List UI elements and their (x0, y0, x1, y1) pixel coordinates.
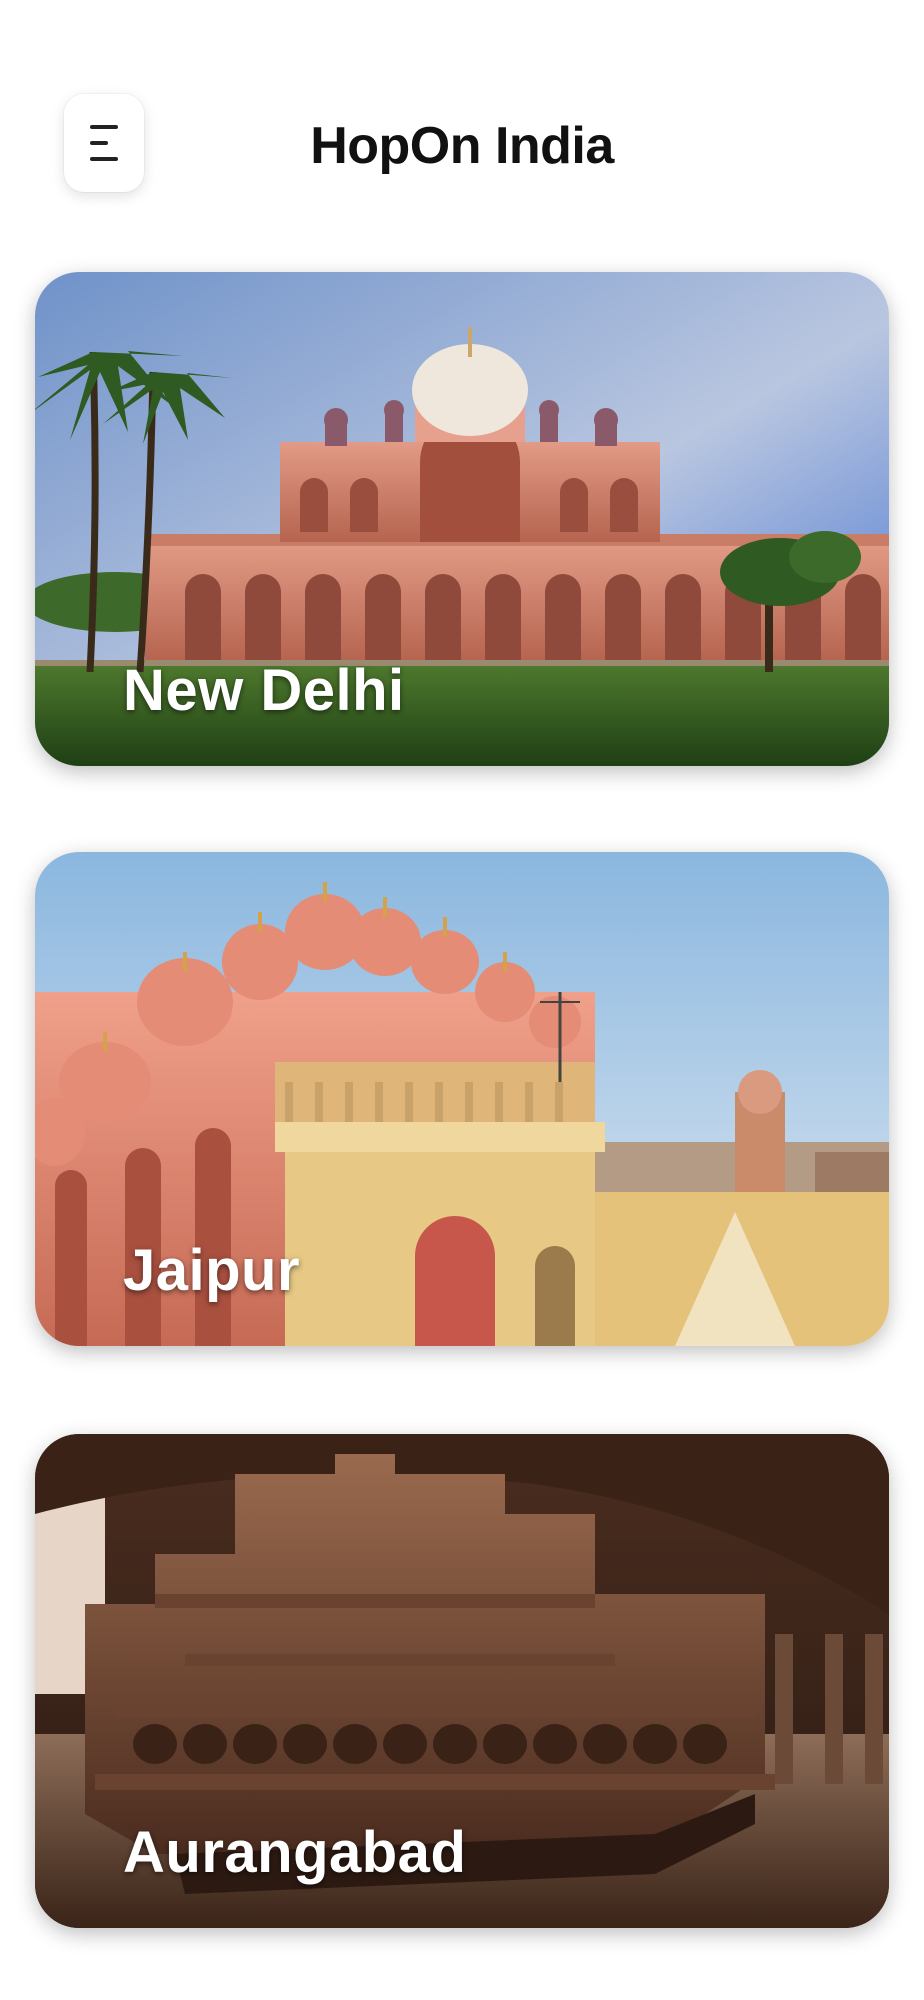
app-header: HopOn India (0, 0, 924, 230)
city-card-aurangabad[interactable]: Aurangabad (35, 1434, 889, 1928)
city-name-aurangabad: Aurangabad (123, 1820, 467, 1885)
city-card-jaipur[interactable]: Jaipur (35, 852, 889, 1346)
app-title: HopOn India (310, 117, 614, 175)
city-name-new-delhi: New Delhi (123, 658, 405, 723)
city-card-new-delhi[interactable]: New Delhi (35, 272, 889, 766)
home-screen: HopOn India New Delhi Jaipur Aurangabad (0, 0, 924, 2000)
city-name-jaipur: Jaipur (123, 1238, 301, 1303)
